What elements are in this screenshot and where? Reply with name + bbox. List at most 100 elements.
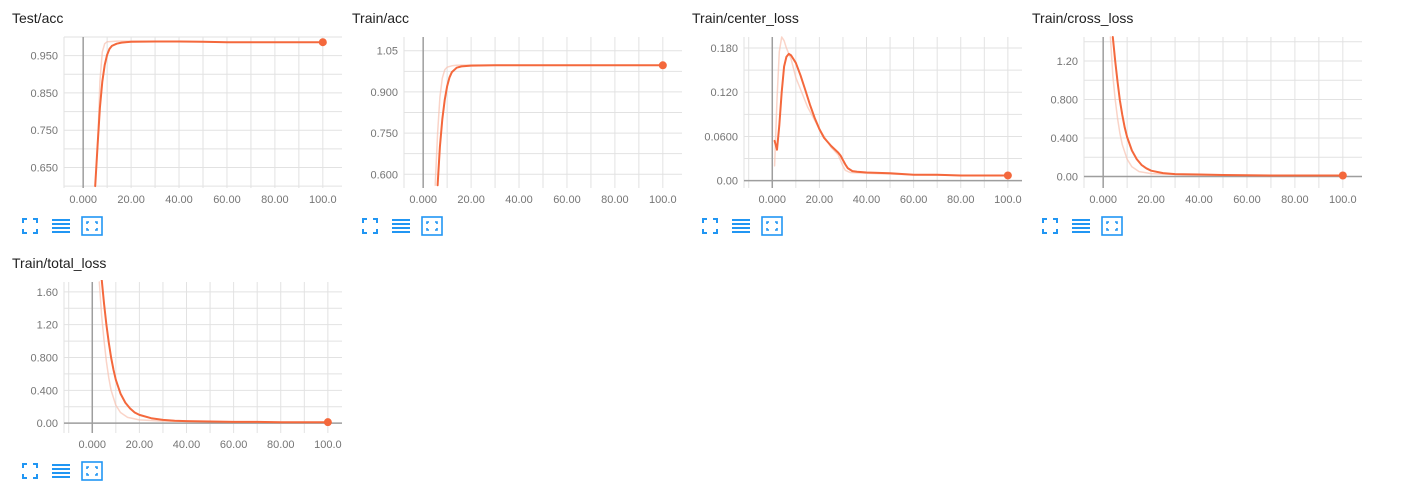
- x-tick-label: 80.00: [601, 194, 629, 206]
- x-tick-label: 100.0: [994, 194, 1022, 206]
- chart-plot[interactable]: 0.00 0.0600 0.120 0.180 0.000 20.00 40.00 60.00…: [692, 0, 1032, 212]
- fit-domain-icon: [421, 216, 443, 236]
- expand-button[interactable]: [360, 216, 382, 236]
- x-tick-label: 60.00: [1233, 194, 1261, 206]
- lines-button[interactable]: [51, 461, 73, 481]
- y-tick-label: 0.750: [370, 128, 398, 140]
- last-point-marker[interactable]: [658, 61, 667, 70]
- x-tick-label: 20.00: [117, 194, 145, 206]
- x-tick-label: 80.00: [261, 194, 289, 206]
- chart-card-train-acc: Train/acc 0.600 0.750 0.900 1.05 0.000 20.00 40…: [352, 0, 692, 240]
- lines-button[interactable]: [391, 216, 413, 236]
- fit-domain-button[interactable]: [421, 216, 443, 236]
- series-line-smoothed: [100, 280, 329, 424]
- x-tick-label: 0.000: [69, 194, 97, 206]
- series-line-raw: [98, 281, 329, 423]
- y-tick-label: 0.400: [30, 385, 58, 397]
- y-tick-label: 1.05: [377, 46, 398, 58]
- fit-domain-button[interactable]: [1101, 216, 1123, 236]
- y-tick-label: 1.60: [37, 287, 58, 299]
- chart-plot[interactable]: 0.600 0.750 0.900 1.05 0.000 20.00 40.00 60.00 8…: [352, 0, 692, 212]
- lines-button[interactable]: [731, 216, 753, 236]
- x-tick-label: 40.00: [853, 194, 881, 206]
- fit-domain-button[interactable]: [761, 216, 783, 236]
- chart-card-train-total-loss: Train/total_loss 0.00 0.400 0.800 1.20 1.60 0.…: [12, 245, 352, 485]
- y-tick-label: 1.20: [37, 320, 58, 332]
- fit-domain-icon: [761, 216, 783, 236]
- x-tick-label: 100.0: [1329, 194, 1357, 206]
- x-tick-label: 40.00: [1185, 194, 1213, 206]
- chart-card-train-cross-loss: Train/cross_loss 0.00 0.400 0.800 1.20 0.000 2…: [1032, 0, 1372, 240]
- last-point-marker[interactable]: [1003, 171, 1012, 180]
- y-tick-label: 0.850: [30, 88, 58, 100]
- x-tick-label: 100.0: [309, 194, 337, 206]
- last-point-marker[interactable]: [318, 38, 327, 47]
- expand-button[interactable]: [700, 216, 722, 236]
- chart-card-train-center-loss: Train/center_loss 0.00 0.0600 0.120 0.180 0.0…: [692, 0, 1032, 240]
- y-tick-label: 0.00: [1057, 171, 1078, 183]
- grid: [1083, 37, 1362, 188]
- x-tick-label: 40.00: [165, 194, 193, 206]
- expand-icon: [362, 218, 378, 234]
- series-line-raw: [1109, 36, 1344, 177]
- expand-icon: [22, 463, 38, 479]
- x-tick-label: 0.000: [759, 194, 787, 206]
- x-tick-label: 40.00: [173, 439, 201, 451]
- x-tick-label: 0.000: [409, 194, 437, 206]
- x-tick-label: 60.00: [900, 194, 928, 206]
- x-tick-label: 0.000: [79, 439, 107, 451]
- expand-button[interactable]: [1040, 216, 1062, 236]
- y-tick-label: 0.120: [710, 87, 738, 99]
- y-tick-label: 0.800: [1050, 95, 1078, 107]
- x-tick-label: 20.00: [126, 439, 154, 451]
- x-tick-label: 100.0: [314, 439, 342, 451]
- chart-plot[interactable]: 0.00 0.400 0.800 1.20 1.60 0.000 20.00 40.00 60.…: [12, 245, 352, 457]
- x-tick-label: 80.00: [267, 439, 295, 451]
- lines-icon: [392, 219, 410, 233]
- lines-icon: [52, 464, 70, 478]
- lines-icon: [732, 219, 750, 233]
- x-tick-label: 80.00: [947, 194, 975, 206]
- y-tick-label: 0.400: [1050, 133, 1078, 145]
- chart-card-test-acc: Test/acc 0.650 0.750 0.850 0.950 0.000 20.00 40…: [12, 0, 352, 240]
- series-line-smoothed: [94, 40, 324, 188]
- y-tick-label: 0.00: [37, 418, 58, 430]
- expand-button[interactable]: [20, 461, 42, 481]
- last-point-marker[interactable]: [1338, 171, 1347, 180]
- lines-button[interactable]: [1071, 216, 1093, 236]
- y-tick-label: 0.650: [30, 162, 58, 174]
- lines-icon: [1072, 219, 1090, 233]
- x-tick-label: 60.00: [213, 194, 241, 206]
- x-tick-label: 80.00: [1281, 194, 1309, 206]
- y-tick-label: 0.800: [30, 353, 58, 365]
- fit-domain-icon: [81, 461, 103, 481]
- x-tick-label: 100.0: [649, 194, 677, 206]
- y-tick-label: 0.0600: [704, 131, 738, 143]
- y-tick-label: 0.00: [717, 176, 738, 188]
- x-tick-label: 20.00: [1137, 194, 1165, 206]
- y-tick-label: 0.750: [30, 125, 58, 137]
- y-tick-label: 0.600: [370, 169, 398, 181]
- expand-icon: [1042, 218, 1058, 234]
- last-point-marker[interactable]: [323, 418, 332, 427]
- y-tick-label: 0.180: [710, 43, 738, 55]
- fit-domain-icon: [81, 216, 103, 236]
- fit-domain-button[interactable]: [81, 461, 103, 481]
- grid: [403, 37, 682, 188]
- lines-button[interactable]: [51, 216, 73, 236]
- x-tick-label: 40.00: [505, 194, 533, 206]
- expand-button[interactable]: [20, 216, 42, 236]
- fit-domain-button[interactable]: [81, 216, 103, 236]
- fit-domain-icon: [1101, 216, 1123, 236]
- lines-icon: [52, 219, 70, 233]
- expand-icon: [702, 218, 718, 234]
- x-tick-label: 60.00: [553, 194, 581, 206]
- chart-plot[interactable]: 0.00 0.400 0.800 1.20 0.000 20.00 40.00 60.00 80…: [1032, 0, 1372, 212]
- x-tick-label: 20.00: [806, 194, 834, 206]
- x-tick-label: 20.00: [457, 194, 485, 206]
- expand-icon: [22, 218, 38, 234]
- y-tick-label: 0.950: [30, 51, 58, 63]
- y-tick-label: 0.900: [370, 87, 398, 99]
- x-tick-label: 60.00: [220, 439, 248, 451]
- chart-plot[interactable]: 0.650 0.750 0.850 0.950 0.000 20.00 40.00 60.00…: [12, 0, 352, 212]
